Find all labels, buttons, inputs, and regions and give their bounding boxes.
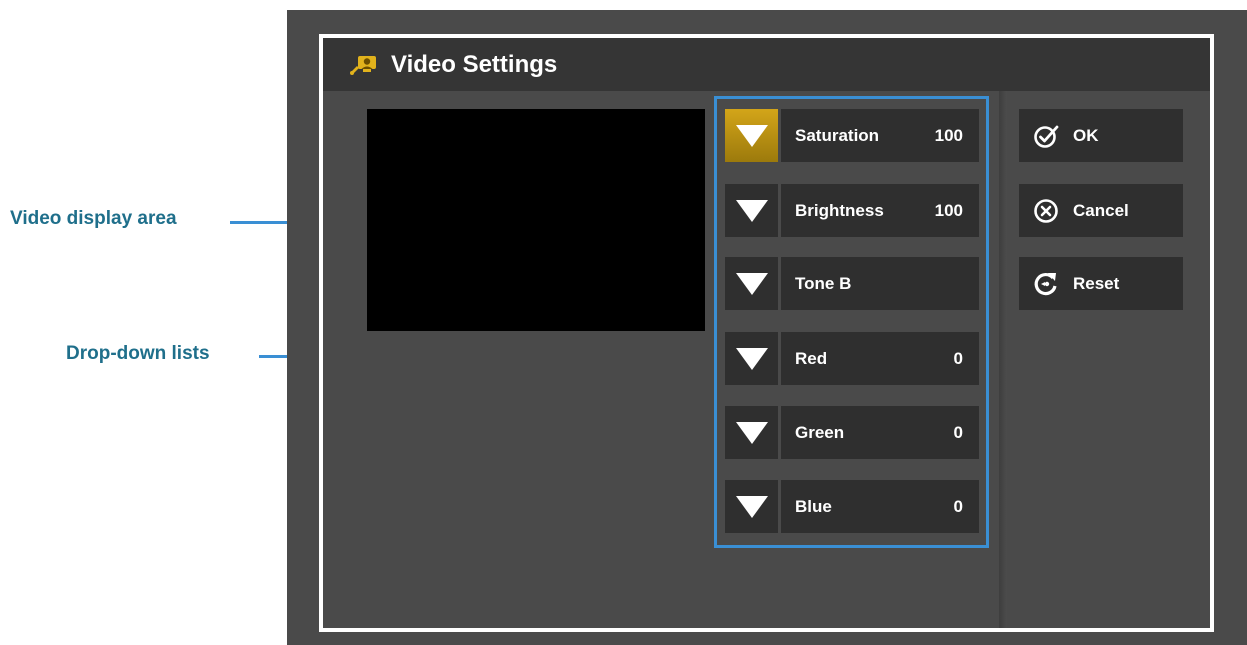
ok-button[interactable]: OK — [1019, 109, 1183, 162]
dropdown-arrow-button[interactable] — [725, 257, 778, 310]
dropdown-field[interactable]: Saturation 100 — [781, 109, 979, 162]
panel-divider — [999, 91, 1007, 628]
check-circle-icon — [1034, 125, 1059, 148]
ok-label: OK — [1073, 125, 1099, 145]
dropdown-field[interactable]: Blue 0 — [781, 480, 979, 533]
dropdown-label: Green — [795, 422, 845, 442]
dropdown-arrow-button[interactable] — [725, 184, 778, 237]
triangle-down-icon — [735, 272, 768, 295]
dropdown-arrow-button[interactable] — [725, 109, 778, 162]
cancel-label: Cancel — [1073, 200, 1129, 220]
green-dropdown[interactable]: Green 0 — [725, 406, 979, 459]
dialog-title: Video Settings — [391, 50, 558, 78]
x-circle-icon — [1034, 198, 1058, 223]
triangle-down-icon — [735, 347, 768, 370]
dropdown-label: Blue — [795, 496, 832, 516]
cancel-button[interactable]: Cancel — [1019, 184, 1183, 237]
brightness-dropdown[interactable]: Brightness 100 — [725, 184, 979, 237]
annotation-video-display-label: Video display area — [10, 208, 177, 229]
dropdown-field[interactable]: Green 0 — [781, 406, 979, 459]
dropdown-field[interactable]: Tone B — [781, 257, 979, 310]
dropdown-label: Tone B — [795, 273, 852, 293]
title-bar: Video Settings — [323, 38, 1210, 91]
triangle-down-icon — [735, 495, 768, 518]
dropdown-value: 0 — [953, 348, 963, 368]
triangle-down-icon — [735, 199, 768, 222]
dropdown-value: 0 — [953, 422, 963, 442]
reset-button[interactable]: Reset — [1019, 257, 1183, 310]
dropdown-value: 0 — [953, 496, 963, 516]
dropdown-arrow-button[interactable] — [725, 480, 778, 533]
saturation-dropdown[interactable]: Saturation 100 — [725, 109, 979, 162]
annotation-dropdowns-label: Drop-down lists — [66, 343, 210, 364]
video-display-area — [367, 109, 705, 331]
dropdown-value: 100 — [934, 200, 963, 220]
video-settings-icon — [350, 55, 376, 75]
triangle-down-icon — [735, 421, 768, 444]
dropdown-label: Red — [795, 348, 828, 368]
red-dropdown[interactable]: Red 0 — [725, 332, 979, 385]
triangle-down-icon — [735, 124, 768, 147]
video-settings-dialog: Video Settings Saturation 100 Brightness… — [319, 34, 1214, 632]
dropdown-field[interactable]: Brightness 100 — [781, 184, 979, 237]
blue-dropdown[interactable]: Blue 0 — [725, 480, 979, 533]
tone-dropdown[interactable]: Tone B — [725, 257, 979, 310]
reset-label: Reset — [1073, 273, 1120, 293]
dropdown-label: Saturation — [795, 125, 880, 145]
dropdown-label: Brightness — [795, 200, 884, 220]
dropdown-field[interactable]: Red 0 — [781, 332, 979, 385]
dropdown-value: 100 — [934, 125, 963, 145]
reset-icon — [1034, 272, 1057, 295]
dropdown-arrow-button[interactable] — [725, 406, 778, 459]
dropdown-arrow-button[interactable] — [725, 332, 778, 385]
